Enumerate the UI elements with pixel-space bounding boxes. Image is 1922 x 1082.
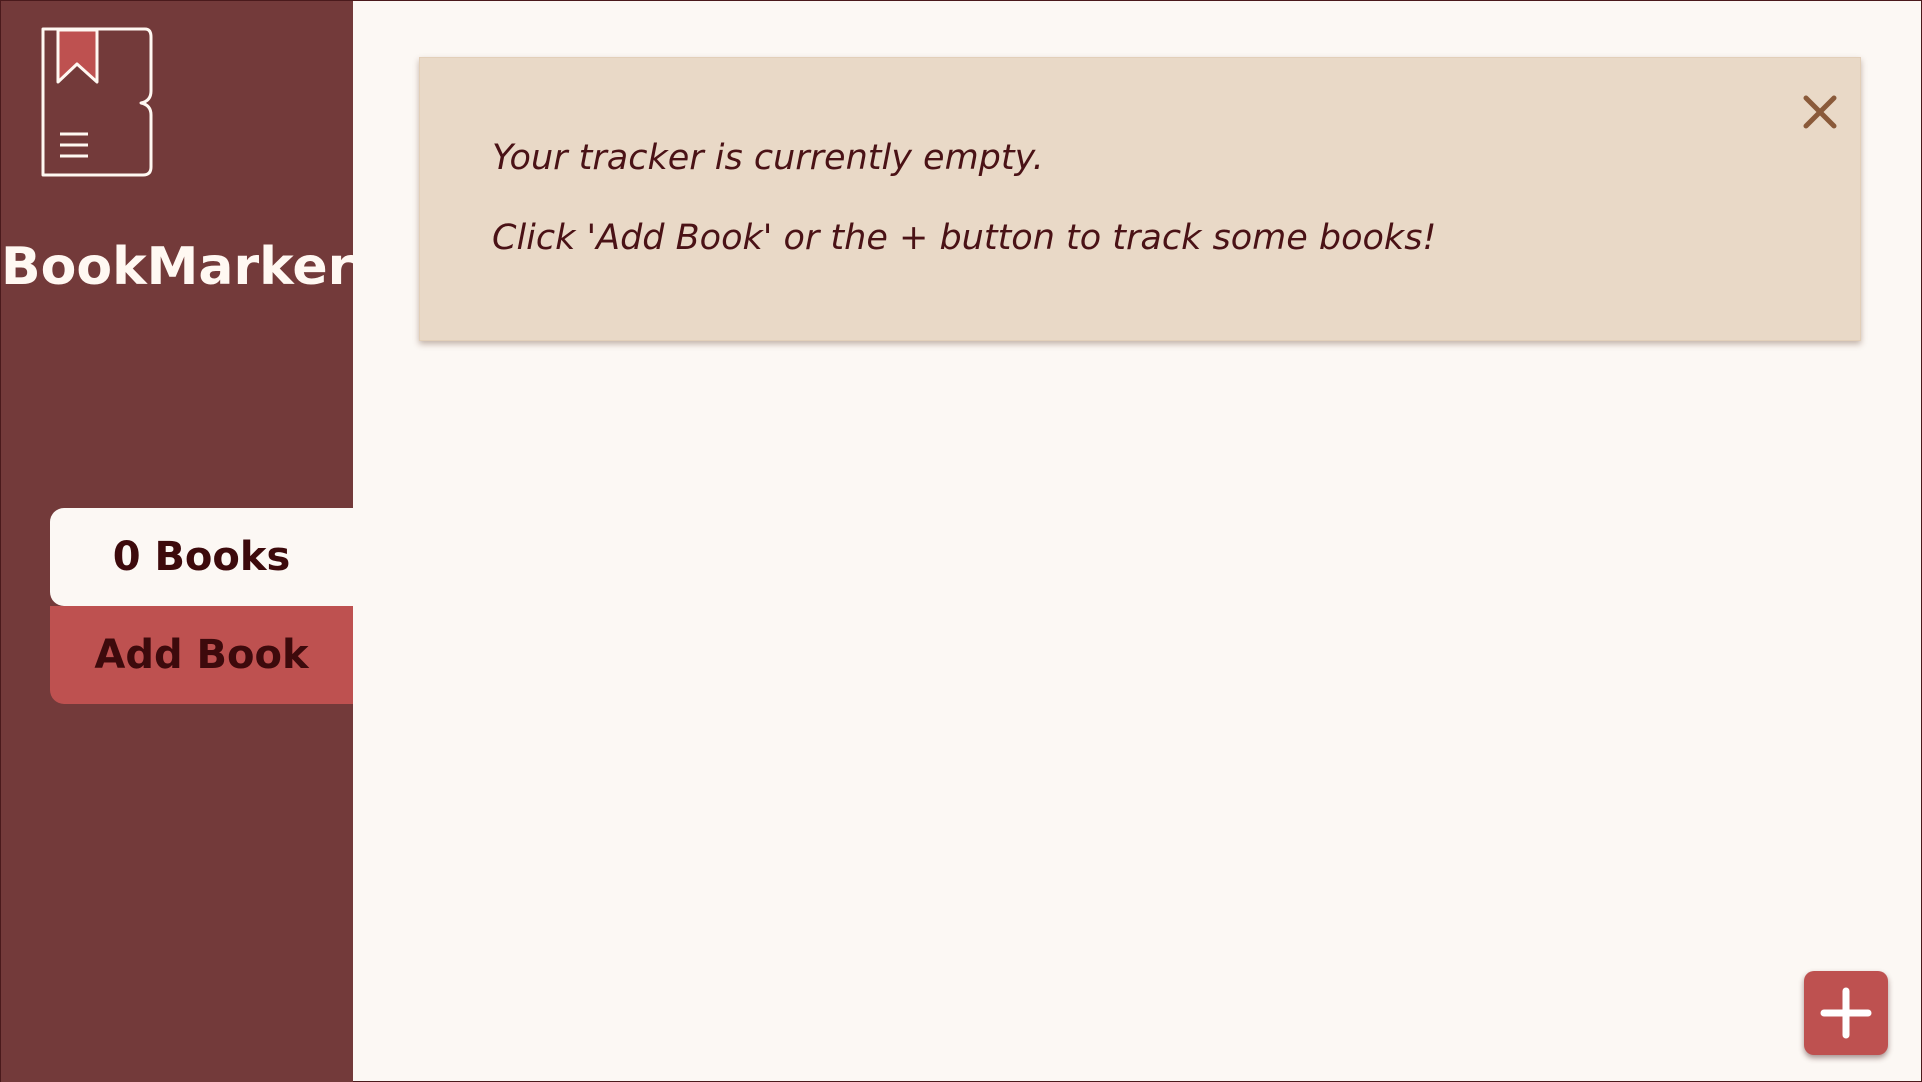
book-count-tab[interactable]: 0 Books [50, 508, 353, 606]
empty-tracker-notice: Your tracker is currently empty. Click '… [419, 57, 1861, 341]
add-book-button[interactable]: Add Book [50, 606, 353, 704]
book-count-label: 0 Books [112, 534, 291, 580]
notice-line-2: Click 'Add Book' or the + button to trac… [492, 218, 1437, 258]
close-icon[interactable] [1798, 90, 1842, 134]
app-title: BookMarker [1, 237, 354, 297]
bookmark-book-icon [41, 27, 153, 177]
app-window: BookMarker 0 Books Add Book Your tracker… [0, 0, 1922, 1082]
notice-line-1: Your tracker is currently empty. [492, 138, 1044, 178]
sidebar: BookMarker 0 Books Add Book [1, 1, 353, 1082]
plus-icon [1820, 987, 1872, 1039]
add-book-label: Add Book [94, 632, 309, 678]
add-book-fab[interactable] [1804, 971, 1888, 1055]
